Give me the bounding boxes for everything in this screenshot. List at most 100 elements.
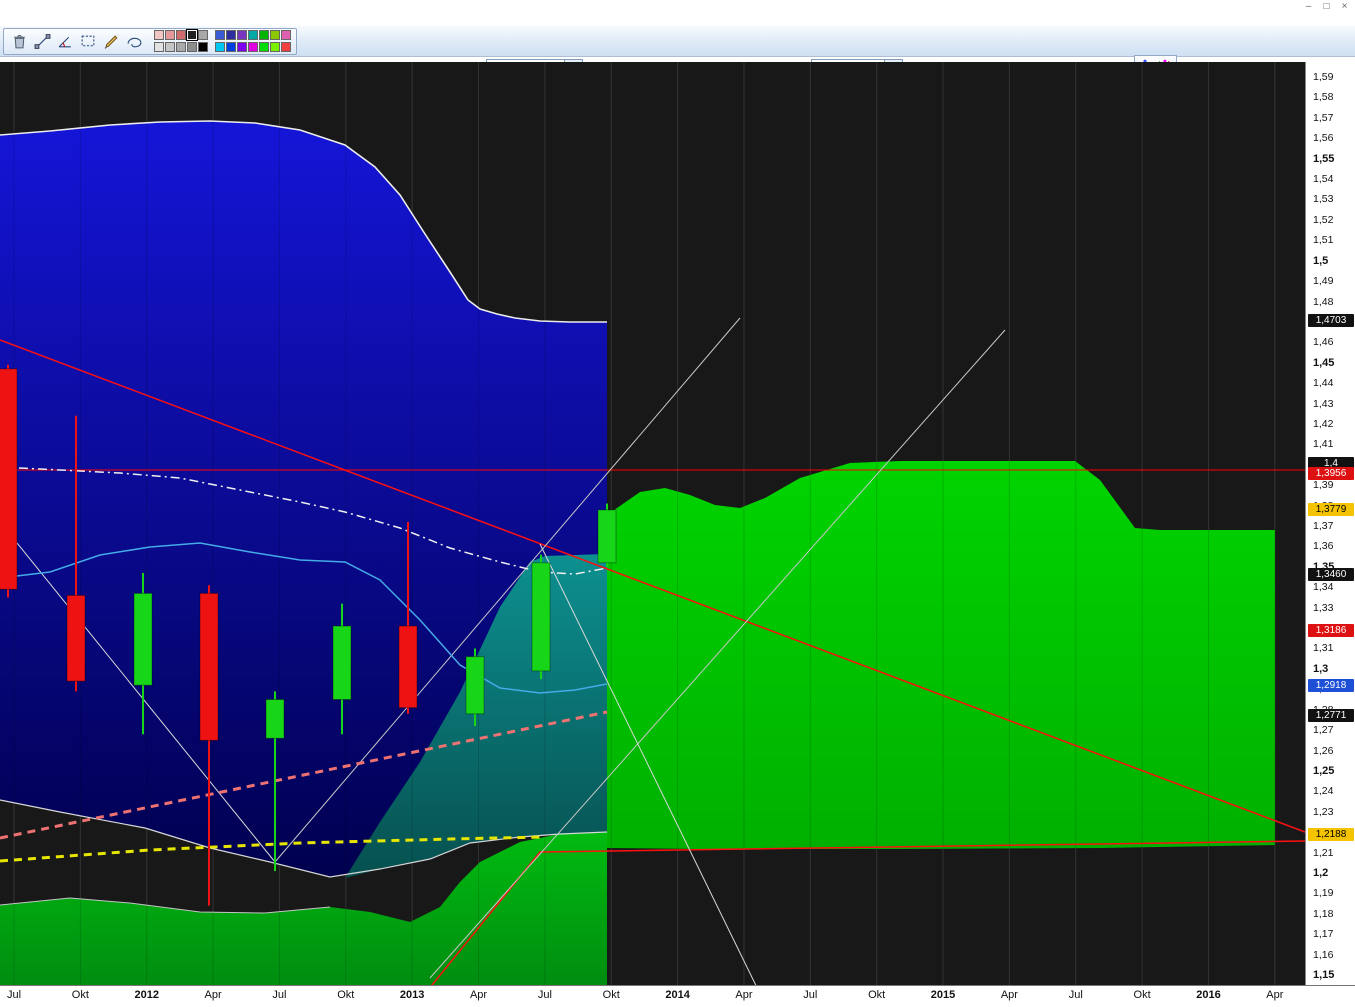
- price-tag: 1,3956: [1308, 466, 1354, 480]
- angle-icon: [58, 36, 71, 48]
- y-axis-label: 1,57: [1313, 111, 1334, 124]
- y-axis-label: 1,53: [1313, 193, 1334, 206]
- pencil-icon: [104, 35, 118, 49]
- candle-body: [66, 594, 86, 682]
- x-axis-label: Jul: [272, 989, 287, 1001]
- x-axis-label: 2015: [930, 989, 956, 1001]
- x-axis-label: 2013: [399, 989, 425, 1001]
- y-axis-label: 1,37: [1313, 520, 1334, 533]
- color-swatch[interactable]: [154, 42, 164, 52]
- price-tag: 1,2188: [1308, 827, 1354, 841]
- close-button[interactable]: ×: [1337, 1, 1352, 14]
- y-axis-label: 1,45: [1313, 356, 1335, 369]
- color-palette-bright: [215, 30, 291, 53]
- color-swatch[interactable]: [198, 42, 208, 52]
- color-swatch[interactable]: [165, 42, 175, 52]
- y-axis-label: 1,51: [1313, 234, 1334, 247]
- color-swatch[interactable]: [226, 30, 236, 40]
- price-tag: 1,3460: [1308, 568, 1354, 581]
- restore-button[interactable]: □: [1319, 1, 1334, 14]
- minimize-button[interactable]: –: [1301, 1, 1316, 14]
- color-swatch[interactable]: [270, 30, 280, 40]
- color-swatch[interactable]: [281, 30, 291, 40]
- y-axis-label: 1,39: [1313, 479, 1334, 492]
- x-axis-label: Apr: [469, 989, 488, 1001]
- price-tag: 1,2771: [1308, 708, 1354, 722]
- trendline-tool[interactable]: [32, 31, 55, 53]
- y-axis-label: 1,36: [1313, 540, 1334, 553]
- x-axis-label: Apr: [735, 989, 753, 1001]
- draw-tool[interactable]: [101, 31, 124, 53]
- title-bar: – □ ×: [0, 0, 1355, 26]
- x-axis-label: Okt: [868, 989, 886, 1001]
- x-axis-label: Jul: [6, 989, 22, 1001]
- y-axis-label: 1,3: [1313, 662, 1329, 675]
- candle-body: [398, 625, 418, 709]
- x-axis-label: Jul: [803, 989, 818, 1001]
- candle-body: [597, 509, 617, 564]
- candle-body: [133, 592, 153, 686]
- color-swatch[interactable]: [165, 30, 175, 40]
- y-axis-label: 1,44: [1313, 377, 1334, 390]
- x-axis-label: Apr: [1000, 989, 1018, 1001]
- color-swatch[interactable]: [226, 42, 236, 52]
- y-axis-label: 1,21: [1313, 846, 1334, 859]
- y-axis-label: 1,19: [1313, 887, 1334, 900]
- y-axis-label: 1,16: [1313, 948, 1334, 961]
- chart-area: 1,59 1,58 1,57 1,56 1,55 1,54 1,53 1,52 1,51 1,5 1…: [0, 62, 1355, 1007]
- color-swatch[interactable]: [215, 30, 225, 40]
- selection-tool[interactable]: [78, 31, 101, 53]
- y-axis-label: 1,41: [1313, 438, 1334, 451]
- trendline-icon: [34, 34, 51, 49]
- color-swatch[interactable]: [237, 30, 247, 40]
- x-axis-label: 2012: [134, 989, 159, 1001]
- color-swatch[interactable]: [215, 42, 225, 52]
- y-axis-label: 1,42: [1313, 417, 1334, 430]
- y-axis-label: 1,15: [1313, 969, 1335, 982]
- price-chart[interactable]: [0, 62, 1305, 985]
- delete-tool[interactable]: [9, 31, 32, 53]
- color-swatch[interactable]: [248, 30, 258, 40]
- color-swatch[interactable]: [259, 42, 269, 52]
- y-axis-label: 1,46: [1313, 336, 1334, 349]
- color-swatch[interactable]: [186, 29, 198, 41]
- color-swatch[interactable]: [281, 42, 291, 52]
- color-swatch[interactable]: [248, 42, 258, 52]
- price-tag: 1,3186: [1308, 623, 1354, 637]
- color-palette-muted: [154, 29, 208, 53]
- y-axis-label: 1,56: [1313, 132, 1334, 145]
- color-swatch[interactable]: [270, 42, 280, 52]
- x-axis-label: Okt: [337, 989, 355, 1001]
- trading-app-window: { "window": { "minimize_glyph": "–", "re…: [0, 0, 1355, 1007]
- x-axis-label: 2016: [1196, 989, 1221, 1001]
- y-axis-label: 1,43: [1313, 397, 1334, 410]
- y-axis: 1,59 1,58 1,57 1,56 1,55 1,54 1,53 1,52 1,51 1,5 1…: [1305, 62, 1355, 985]
- color-swatch[interactable]: [187, 42, 197, 52]
- trash-icon: [14, 35, 25, 49]
- y-axis-label: 1,33: [1313, 601, 1334, 614]
- color-swatch[interactable]: [154, 30, 164, 40]
- y-axis-label: 1,34: [1313, 581, 1334, 594]
- y-axis-label: 1,58: [1313, 91, 1334, 104]
- tool-buttons: [9, 31, 147, 53]
- lasso-tool[interactable]: [124, 31, 147, 53]
- color-swatch[interactable]: [176, 30, 186, 40]
- y-axis-label: 1,54: [1313, 173, 1334, 186]
- y-axis-label: 1,25: [1313, 764, 1335, 777]
- color-swatch[interactable]: [198, 30, 208, 40]
- y-axis-label: 1,48: [1313, 295, 1334, 308]
- x-axis-label: Apr: [204, 989, 222, 1001]
- y-axis-label: 1,26: [1313, 744, 1334, 757]
- color-swatch[interactable]: [237, 42, 247, 52]
- y-axis-label: 1,2: [1313, 866, 1329, 879]
- y-axis-label: 1,5: [1313, 254, 1329, 267]
- y-axis-label: 1,59: [1313, 71, 1334, 83]
- toolbar: 200 Einheiten ▼ Quartalsweise ▼: [0, 26, 1355, 80]
- color-swatch[interactable]: [176, 42, 186, 52]
- candle-body: [199, 592, 219, 741]
- y-axis-label: 1,17: [1313, 928, 1334, 941]
- color-swatch[interactable]: [259, 30, 269, 40]
- angle-tool[interactable]: [55, 31, 78, 53]
- y-axis-label: 1,27: [1313, 724, 1334, 737]
- x-axis-label: Okt: [1133, 989, 1151, 1001]
